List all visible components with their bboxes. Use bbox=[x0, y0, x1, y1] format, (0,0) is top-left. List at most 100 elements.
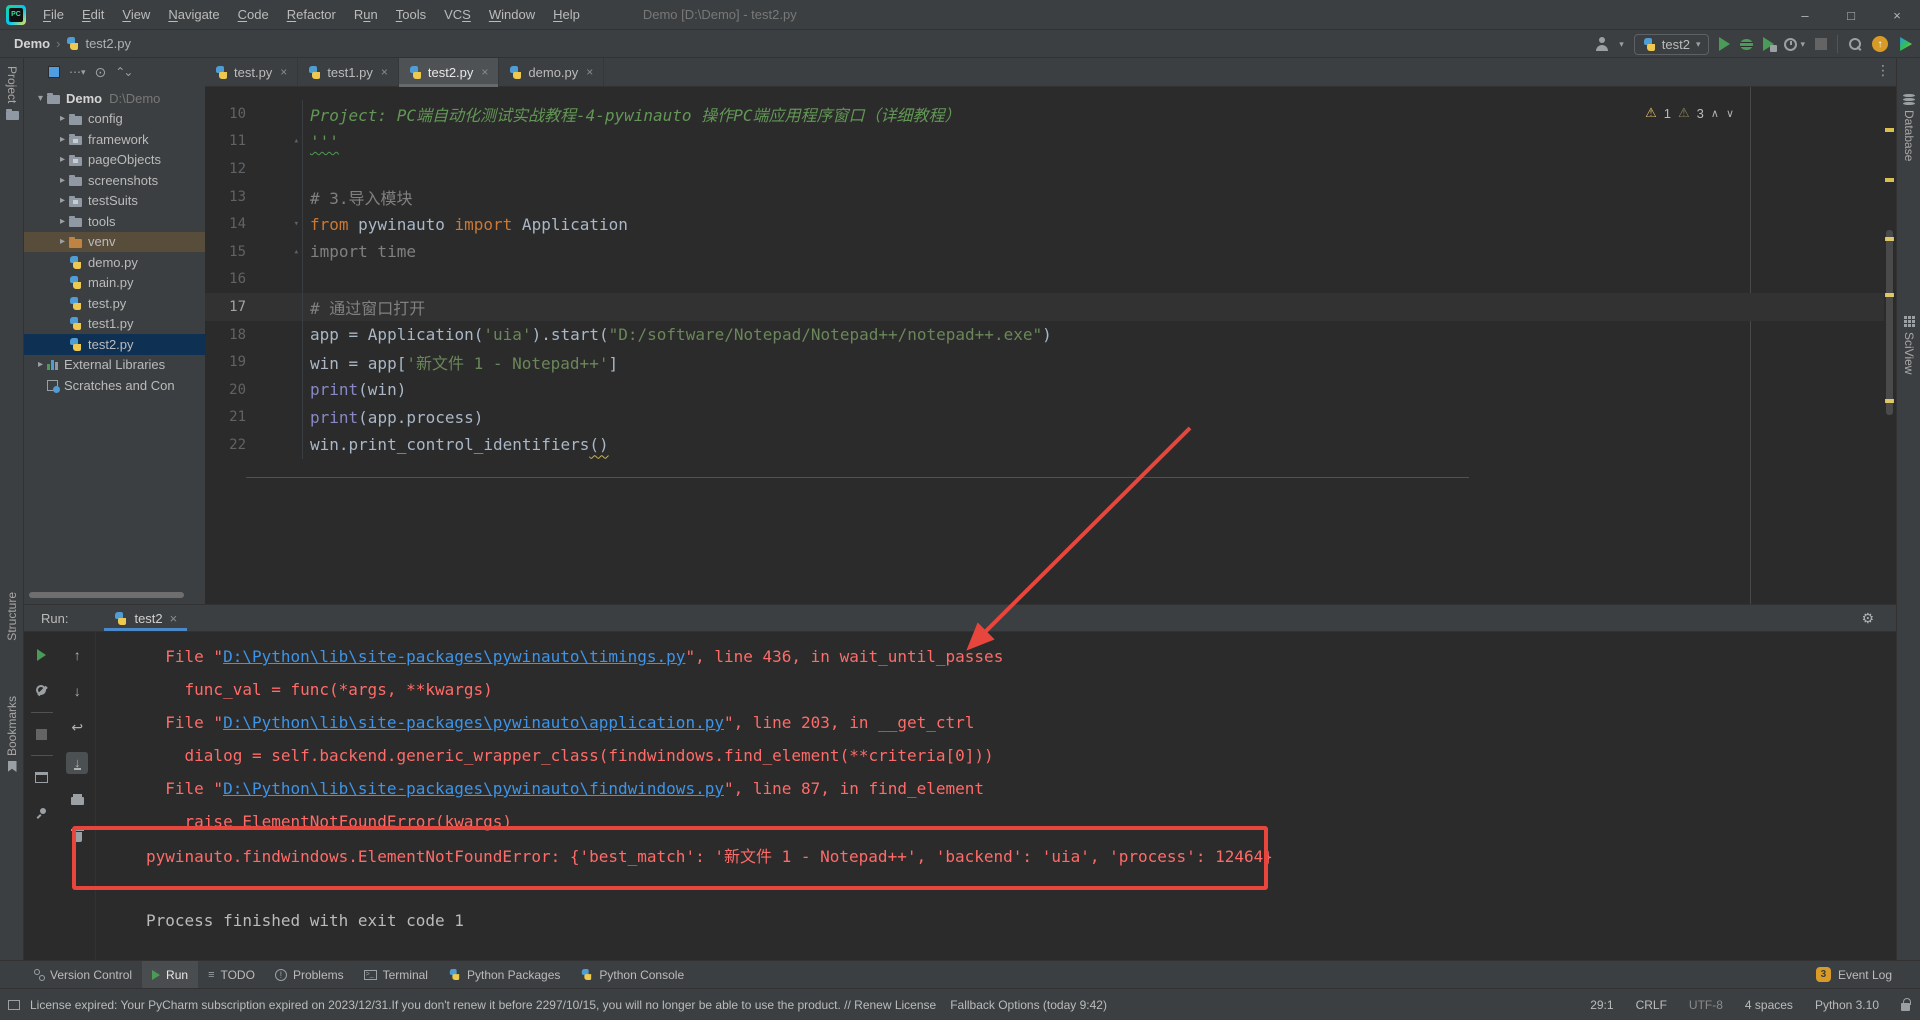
tree-item-screenshots[interactable]: ▸screenshots bbox=[24, 170, 205, 191]
print-icon[interactable] bbox=[66, 788, 88, 810]
code-line-22[interactable]: 22win.print_control_identifiers() bbox=[205, 431, 1884, 459]
line-number[interactable]: 13 bbox=[205, 189, 246, 205]
tree-item-main-py[interactable]: main.py bbox=[24, 273, 205, 294]
select-opened-file-icon[interactable] bbox=[48, 66, 60, 78]
line-number[interactable]: 11 bbox=[205, 133, 246, 149]
tree-item-config[interactable]: ▸config bbox=[24, 109, 205, 130]
menu-tools[interactable]: Tools bbox=[387, 3, 435, 26]
update-icon[interactable]: ↑ bbox=[1872, 36, 1888, 52]
user-dropdown-arrow[interactable]: ▾ bbox=[1619, 39, 1624, 50]
menu-view[interactable]: View bbox=[113, 3, 159, 26]
license-message[interactable]: License expired: Your PyCharm subscripti… bbox=[30, 998, 936, 1012]
tree-item-scratches-and-con[interactable]: Scratches and Con bbox=[24, 375, 205, 396]
tree-item-external-libraries[interactable]: ▸External Libraries bbox=[24, 355, 205, 376]
close-icon[interactable]: × bbox=[280, 65, 287, 79]
editor-tab-demo-py[interactable]: demo.py× bbox=[499, 58, 604, 86]
code-line-13[interactable]: 13# 3.导入模块 bbox=[205, 183, 1884, 211]
code-line-12[interactable]: 12 bbox=[205, 155, 1884, 183]
down-stack-trace-icon[interactable]: ↓ bbox=[66, 680, 88, 702]
error-stripe[interactable] bbox=[1884, 87, 1896, 604]
line-number[interactable]: 14 bbox=[205, 216, 246, 232]
breadcrumb-file[interactable]: test2.py bbox=[85, 36, 131, 51]
up-stack-trace-icon[interactable]: ↑ bbox=[66, 644, 88, 666]
run-console[interactable]: File "D:\Python\lib\site-packages\pywina… bbox=[96, 632, 1920, 960]
chevron-icon[interactable]: ▸ bbox=[56, 175, 69, 186]
line-number[interactable]: 20 bbox=[205, 382, 246, 398]
toolwindow-button-todo[interactable]: ≡TODO bbox=[198, 961, 265, 988]
line-number[interactable]: 12 bbox=[205, 161, 246, 177]
soft-wrap-icon[interactable]: ↩ bbox=[66, 716, 88, 738]
file-encoding[interactable]: UTF-8 bbox=[1689, 998, 1723, 1012]
debug-button[interactable] bbox=[1740, 39, 1753, 50]
search-everywhere-icon[interactable] bbox=[1848, 37, 1862, 51]
gutter-fold-marker[interactable]: ▾ bbox=[246, 210, 303, 238]
fallback-options[interactable]: Fallback Options (today 9:42) bbox=[950, 998, 1107, 1012]
rerun-button[interactable] bbox=[31, 644, 53, 666]
inspection-widget[interactable]: ⚠ 1 ⚠ 3 ∧ ∨ bbox=[1645, 105, 1734, 121]
editor-tab-test2-py[interactable]: test2.py× bbox=[399, 58, 500, 86]
gutter-fold-marker[interactable]: ▴ bbox=[246, 128, 303, 156]
tree-item-test2-py[interactable]: test2.py bbox=[24, 334, 205, 355]
python-interpreter[interactable]: Python 3.10 bbox=[1815, 998, 1879, 1012]
collapse-all-icon[interactable]: ⌃⌄ bbox=[115, 65, 131, 79]
stack-trace-link[interactable]: D:\Python\lib\site-packages\pywinauto\fi… bbox=[223, 779, 724, 798]
toolwindow-button-terminal[interactable]: >_Terminal bbox=[354, 961, 438, 988]
menu-window[interactable]: Window bbox=[480, 3, 544, 26]
user-icon[interactable] bbox=[1595, 37, 1609, 51]
maximize-button[interactable]: □ bbox=[1828, 0, 1874, 30]
prev-warning-icon[interactable]: ∧ bbox=[1711, 107, 1719, 120]
line-number[interactable]: 18 bbox=[205, 327, 246, 343]
code-line-16[interactable]: 16 bbox=[205, 266, 1884, 294]
code-line-17[interactable]: 17# 通过窗口打开 bbox=[205, 293, 1884, 321]
gutter-fold-marker[interactable]: ▴ bbox=[246, 238, 303, 266]
stack-trace-link[interactable]: D:\Python\lib\site-packages\pywinauto\ap… bbox=[223, 713, 724, 732]
warning-mark[interactable] bbox=[1885, 128, 1894, 132]
tool-button-structure[interactable]: Structure bbox=[0, 592, 24, 641]
caret-position[interactable]: 29:1 bbox=[1590, 998, 1613, 1012]
chevron-icon[interactable]: ▸ bbox=[34, 359, 47, 370]
close-button[interactable]: × bbox=[1874, 0, 1920, 30]
close-icon[interactable]: × bbox=[381, 65, 388, 79]
code-line-20[interactable]: 20print(win) bbox=[205, 376, 1884, 404]
toolwindow-button-version-control[interactable]: Version Control bbox=[24, 961, 142, 988]
tree-item-tools[interactable]: ▸tools bbox=[24, 211, 205, 232]
line-number[interactable]: 10 bbox=[205, 106, 246, 122]
locate-icon[interactable]: ⊙ bbox=[95, 64, 107, 81]
pin-tab-icon[interactable] bbox=[31, 802, 53, 824]
horizontal-scrollbar[interactable] bbox=[29, 592, 184, 598]
toolwindow-button-problems[interactable]: !Problems bbox=[265, 961, 354, 988]
editor-tab-test-py[interactable]: test.py× bbox=[205, 58, 298, 86]
breadcrumb-project[interactable]: Demo bbox=[14, 36, 50, 51]
menu-help[interactable]: Help bbox=[544, 3, 589, 26]
chevron-icon[interactable]: ▸ bbox=[56, 236, 69, 247]
run-configuration-select[interactable]: test2 ▾ bbox=[1634, 34, 1710, 55]
tool-button-database[interactable]: Database bbox=[1897, 94, 1920, 161]
menu-navigate[interactable]: Navigate bbox=[159, 3, 228, 26]
tool-button-project[interactable]: Project bbox=[0, 66, 24, 120]
profiler-dropdown-arrow[interactable]: ▾ bbox=[1800, 39, 1805, 50]
tree-item-framework[interactable]: ▸framework bbox=[24, 129, 205, 150]
line-number[interactable]: 17 bbox=[205, 299, 246, 315]
menu-edit[interactable]: Edit bbox=[73, 3, 113, 26]
line-number[interactable]: 15 bbox=[205, 244, 246, 260]
chevron-icon[interactable]: ▾ bbox=[34, 93, 47, 104]
line-separator[interactable]: CRLF bbox=[1636, 998, 1667, 1012]
code-line-11[interactable]: 11▴''' bbox=[205, 128, 1884, 156]
line-number[interactable]: 22 bbox=[205, 437, 246, 453]
run-button[interactable] bbox=[1719, 37, 1730, 51]
toolwindow-button-run[interactable]: Run bbox=[142, 961, 198, 988]
line-number[interactable]: 19 bbox=[205, 354, 246, 370]
menu-code[interactable]: Code bbox=[229, 3, 278, 26]
code-line-21[interactable]: 21print(app.process) bbox=[205, 404, 1884, 432]
close-icon[interactable]: × bbox=[170, 611, 178, 626]
tree-item-test1-py[interactable]: test1.py bbox=[24, 314, 205, 335]
code-line-19[interactable]: 19win = app['新文件 1 - Notepad++'] bbox=[205, 348, 1884, 376]
line-number[interactable]: 16 bbox=[205, 271, 246, 287]
learn-plugin-icon[interactable] bbox=[1898, 37, 1912, 51]
chevron-icon[interactable]: ▸ bbox=[56, 216, 69, 227]
scroll-to-end-icon[interactable]: ↓ bbox=[66, 752, 88, 774]
code-line-15[interactable]: 15▴import time bbox=[205, 238, 1884, 266]
code-editor[interactable]: 10Project: PC端自动化测试实战教程-4-pywinauto 操作PC… bbox=[205, 87, 1884, 604]
close-icon[interactable]: × bbox=[586, 65, 593, 79]
tool-button-bookmarks[interactable]: Bookmarks bbox=[0, 696, 24, 772]
